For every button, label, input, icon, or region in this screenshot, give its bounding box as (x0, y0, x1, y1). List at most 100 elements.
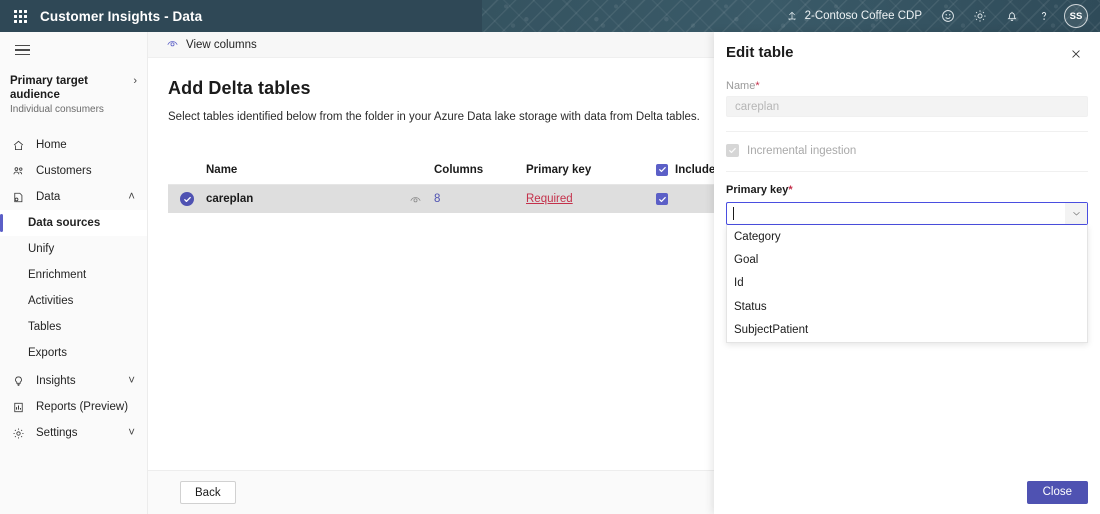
required-asterisk: * (755, 80, 760, 92)
sidebar-item-reports[interactable]: Reports (Preview) (0, 394, 147, 420)
dropdown-option[interactable]: Status (727, 295, 1087, 318)
sidebar-subitem-label: Unify (28, 243, 55, 255)
panel-divider (726, 131, 1088, 132)
sidebar-item-unify[interactable]: Unify (0, 236, 147, 262)
app-title: Customer Insights - Data (40, 8, 203, 24)
sidebar-item-activities[interactable]: Activities (0, 288, 147, 314)
home-icon (12, 139, 32, 152)
panel-header: Edit table (714, 32, 1100, 64)
primary-key-dropdown: Category Goal Id Status SubjectPatient (726, 225, 1088, 343)
primary-key-label-text: Primary key (726, 184, 789, 196)
cell-table-name: careplan (206, 193, 254, 205)
gear-icon (12, 427, 32, 440)
chevron-down-icon: ˅ (128, 427, 135, 439)
primary-key-combobox-wrap: Category Goal Id Status SubjectPatient (726, 202, 1088, 343)
panel-body: Name* careplan Incremental ingestion Pri… (714, 64, 1100, 343)
sidebar-subitem-label: Tables (28, 321, 62, 333)
lightbulb-icon (12, 375, 32, 388)
sidebar-subitem-label: Exports (28, 347, 67, 359)
sidebar-item-label: Insights (36, 375, 76, 387)
dropdown-option[interactable]: Id (727, 272, 1087, 295)
left-sidebar: Primary target audience Individual consu… (0, 32, 148, 514)
sidebar-item-label: Reports (Preview) (36, 401, 129, 413)
sidebar-subitem-label: Enrichment (28, 269, 87, 281)
include-row-checkbox[interactable] (656, 193, 668, 205)
name-field-label: Name* (726, 80, 1088, 92)
app-launcher-icon[interactable] (0, 0, 40, 32)
name-input: careplan (726, 96, 1088, 117)
sidebar-item-label: Data (36, 191, 61, 203)
data-icon (12, 191, 32, 204)
sidebar-subitem-label: Data sources (28, 217, 101, 229)
sidebar-item-enrichment[interactable]: Enrichment (0, 262, 147, 288)
sidebar-item-home[interactable]: Home (0, 132, 147, 158)
primary-key-required-link[interactable]: Required (526, 193, 573, 205)
dropdown-option[interactable]: Category (727, 225, 1087, 248)
column-header-name: Name (206, 163, 238, 176)
cell-columns-count[interactable]: 8 (434, 193, 526, 205)
chevron-up-icon: ˄ (128, 191, 135, 203)
incremental-ingestion-row: Incremental ingestion (726, 144, 1088, 157)
close-button[interactable]: Close (1026, 480, 1088, 504)
environment-icon (787, 11, 796, 21)
waffle-grid-icon (13, 9, 27, 23)
primary-key-input[interactable] (726, 202, 1088, 225)
audience-subtitle: Individual consumers (10, 104, 104, 115)
columns-count-link[interactable]: 8 (434, 193, 440, 205)
edit-table-panel: Edit table Name* careplan Incremental in… (714, 32, 1100, 514)
customers-icon (12, 165, 32, 178)
chevron-down-icon[interactable] (1065, 203, 1087, 224)
sidebar-item-settings[interactable]: Settings ˅ (0, 420, 147, 446)
audience-text: Primary target audience Individual consu… (10, 74, 129, 116)
sidebar-item-label: Settings (36, 427, 78, 439)
dropdown-option[interactable]: Goal (727, 248, 1087, 271)
hamburger-menu-icon[interactable] (2, 32, 42, 68)
primary-key-field-label: Primary key* (726, 184, 1088, 196)
app-root: Customer Insights - Data 2-Contoso Coffe… (0, 0, 1100, 514)
gear-icon[interactable] (964, 0, 996, 32)
column-header-primary-key: Primary key (526, 163, 592, 176)
sidebar-item-label: Customers (36, 165, 92, 177)
sidebar-item-exports[interactable]: Exports (0, 340, 147, 366)
text-caret (733, 207, 734, 220)
sidebar-item-data-sources[interactable]: Data sources (0, 210, 147, 236)
view-columns-label: View columns (186, 38, 257, 51)
include-select-all-checkbox[interactable] (656, 163, 668, 176)
help-icon[interactable] (1028, 0, 1060, 32)
feedback-smiley-icon[interactable] (932, 0, 964, 32)
top-header-bar: Customer Insights - Data 2-Contoso Coffe… (0, 0, 1100, 32)
incremental-ingestion-label: Incremental ingestion (747, 144, 857, 157)
environment-label: 2-Contoso Coffee CDP (804, 10, 922, 22)
avatar[interactable]: SS (1064, 4, 1088, 28)
back-button[interactable]: Back (180, 481, 236, 504)
environment-selector[interactable]: 2-Contoso Coffee CDP (776, 0, 932, 32)
audience-selector[interactable]: Primary target audience Individual consu… (0, 68, 147, 126)
panel-divider-2 (726, 171, 1088, 172)
sidebar-item-insights[interactable]: Insights ˅ (0, 368, 147, 394)
row-select-cell[interactable] (168, 192, 206, 206)
row-preview-eye-icon[interactable] (396, 193, 434, 206)
panel-footer: Close (714, 470, 1100, 514)
view-columns-button[interactable]: View columns (162, 35, 261, 55)
eye-icon (166, 37, 179, 53)
column-header-columns: Columns (434, 163, 484, 176)
cell-primary-key[interactable]: Required (526, 193, 656, 205)
row-selected-check-icon[interactable] (180, 192, 194, 206)
audience-title: Primary target audience (10, 75, 88, 101)
sidebar-item-tables[interactable]: Tables (0, 314, 147, 340)
sidebar-subitem-label: Activities (28, 295, 74, 307)
bell-icon[interactable] (996, 0, 1028, 32)
report-icon (12, 401, 32, 414)
incremental-ingestion-checkbox (726, 144, 739, 157)
sidebar-nav: Home Customers Data ˄ Data sources Unify… (0, 132, 147, 446)
sidebar-item-label: Home (36, 139, 67, 151)
dropdown-option[interactable]: SubjectPatient (727, 319, 1087, 342)
name-label-text: Name (726, 80, 756, 92)
panel-title: Edit table (726, 44, 794, 61)
close-icon[interactable] (1066, 44, 1086, 64)
sidebar-item-data[interactable]: Data ˄ (0, 184, 147, 210)
sidebar-item-customers[interactable]: Customers (0, 158, 147, 184)
chevron-right-icon: › (133, 75, 137, 87)
required-asterisk: * (788, 184, 793, 196)
chevron-down-icon: ˅ (128, 375, 135, 387)
